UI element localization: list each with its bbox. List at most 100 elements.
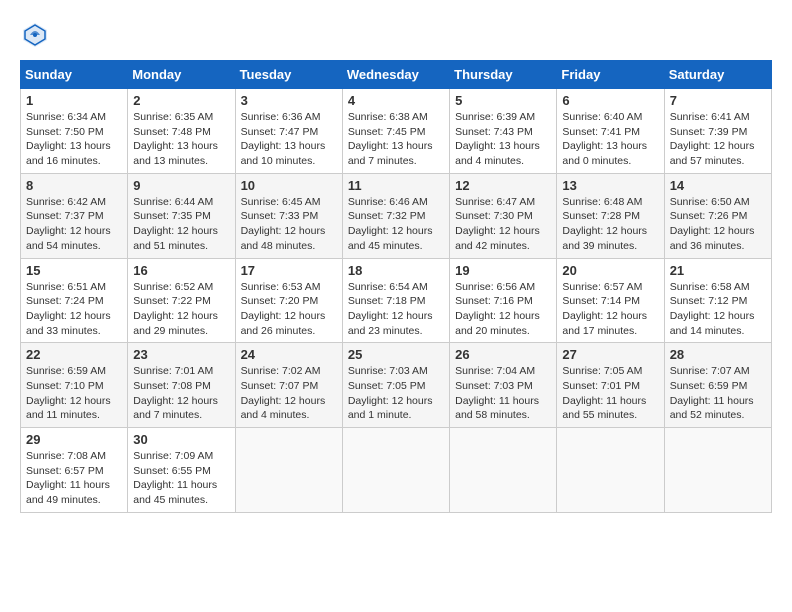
day-info: Sunrise: 6:40 AM Sunset: 7:41 PM Dayligh… [562, 110, 658, 169]
day-info: Sunrise: 6:50 AM Sunset: 7:26 PM Dayligh… [670, 195, 766, 254]
calendar-cell: 7 Sunrise: 6:41 AM Sunset: 7:39 PM Daylig… [664, 89, 771, 174]
calendar-table: SundayMondayTuesdayWednesdayThursdayFrid… [20, 60, 772, 513]
day-info: Sunrise: 6:41 AM Sunset: 7:39 PM Dayligh… [670, 110, 766, 169]
day-number: 23 [133, 347, 229, 362]
calendar-cell: 28 Sunrise: 7:07 AM Sunset: 6:59 PM Dayli… [664, 343, 771, 428]
day-info: Sunrise: 6:38 AM Sunset: 7:45 PM Dayligh… [348, 110, 444, 169]
day-number: 7 [670, 93, 766, 108]
day-number: 10 [241, 178, 337, 193]
calendar-cell: 26 Sunrise: 7:04 AM Sunset: 7:03 PM Dayli… [450, 343, 557, 428]
day-number: 14 [670, 178, 766, 193]
calendar-cell: 19 Sunrise: 6:56 AM Sunset: 7:16 PM Dayli… [450, 258, 557, 343]
calendar-cell: 14 Sunrise: 6:50 AM Sunset: 7:26 PM Dayli… [664, 173, 771, 258]
calendar-cell [235, 428, 342, 513]
calendar-week-row: 15 Sunrise: 6:51 AM Sunset: 7:24 PM Dayli… [21, 258, 772, 343]
calendar-cell: 3 Sunrise: 6:36 AM Sunset: 7:47 PM Daylig… [235, 89, 342, 174]
weekday-header-sunday: Sunday [21, 61, 128, 89]
weekday-header-friday: Friday [557, 61, 664, 89]
calendar-cell: 17 Sunrise: 6:53 AM Sunset: 7:20 PM Dayli… [235, 258, 342, 343]
day-info: Sunrise: 7:08 AM Sunset: 6:57 PM Dayligh… [26, 449, 122, 508]
day-info: Sunrise: 7:04 AM Sunset: 7:03 PM Dayligh… [455, 364, 551, 423]
calendar-cell: 21 Sunrise: 6:58 AM Sunset: 7:12 PM Dayli… [664, 258, 771, 343]
logo [20, 20, 54, 50]
day-info: Sunrise: 6:59 AM Sunset: 7:10 PM Dayligh… [26, 364, 122, 423]
calendar-cell: 24 Sunrise: 7:02 AM Sunset: 7:07 PM Dayli… [235, 343, 342, 428]
day-info: Sunrise: 6:51 AM Sunset: 7:24 PM Dayligh… [26, 280, 122, 339]
day-number: 26 [455, 347, 551, 362]
day-number: 21 [670, 263, 766, 278]
calendar-week-row: 29 Sunrise: 7:08 AM Sunset: 6:57 PM Dayli… [21, 428, 772, 513]
day-info: Sunrise: 7:09 AM Sunset: 6:55 PM Dayligh… [133, 449, 229, 508]
day-info: Sunrise: 6:47 AM Sunset: 7:30 PM Dayligh… [455, 195, 551, 254]
day-info: Sunrise: 6:34 AM Sunset: 7:50 PM Dayligh… [26, 110, 122, 169]
day-number: 29 [26, 432, 122, 447]
day-info: Sunrise: 6:45 AM Sunset: 7:33 PM Dayligh… [241, 195, 337, 254]
day-number: 20 [562, 263, 658, 278]
weekday-header-monday: Monday [128, 61, 235, 89]
day-number: 22 [26, 347, 122, 362]
day-info: Sunrise: 6:44 AM Sunset: 7:35 PM Dayligh… [133, 195, 229, 254]
calendar-cell: 11 Sunrise: 6:46 AM Sunset: 7:32 PM Dayli… [342, 173, 449, 258]
day-number: 1 [26, 93, 122, 108]
calendar-cell: 4 Sunrise: 6:38 AM Sunset: 7:45 PM Daylig… [342, 89, 449, 174]
calendar-cell: 13Sunrise: 6:48 AM Sunset: 7:28 PM Dayli… [557, 173, 664, 258]
calendar-cell: 29 Sunrise: 7:08 AM Sunset: 6:57 PM Dayli… [21, 428, 128, 513]
calendar-cell [450, 428, 557, 513]
day-info: Sunrise: 7:07 AM Sunset: 6:59 PM Dayligh… [670, 364, 766, 423]
day-number: 16 [133, 263, 229, 278]
calendar-cell: 2Sunrise: 6:35 AM Sunset: 7:48 PM Daylig… [128, 89, 235, 174]
day-info: Sunrise: 6:56 AM Sunset: 7:16 PM Dayligh… [455, 280, 551, 339]
calendar-cell: 6 Sunrise: 6:40 AM Sunset: 7:41 PM Daylig… [557, 89, 664, 174]
logo-icon [20, 20, 50, 50]
calendar-cell: 25 Sunrise: 7:03 AM Sunset: 7:05 PM Dayli… [342, 343, 449, 428]
day-info: Sunrise: 6:46 AM Sunset: 7:32 PM Dayligh… [348, 195, 444, 254]
day-info: Sunrise: 6:54 AM Sunset: 7:18 PM Dayligh… [348, 280, 444, 339]
day-number: 17 [241, 263, 337, 278]
day-number: 2 [133, 93, 229, 108]
calendar-cell: 20 Sunrise: 6:57 AM Sunset: 7:14 PM Dayli… [557, 258, 664, 343]
weekday-header-wednesday: Wednesday [342, 61, 449, 89]
day-number: 15 [26, 263, 122, 278]
calendar-cell: 9Sunrise: 6:44 AM Sunset: 7:35 PM Daylig… [128, 173, 235, 258]
day-number: 24 [241, 347, 337, 362]
day-info: Sunrise: 6:48 AM Sunset: 7:28 PM Dayligh… [562, 195, 658, 254]
calendar-cell: 16 Sunrise: 6:52 AM Sunset: 7:22 PM Dayli… [128, 258, 235, 343]
day-info: Sunrise: 7:01 AM Sunset: 7:08 PM Dayligh… [133, 364, 229, 423]
calendar-cell: 10 Sunrise: 6:45 AM Sunset: 7:33 PM Dayli… [235, 173, 342, 258]
calendar-cell: 22 Sunrise: 6:59 AM Sunset: 7:10 PM Dayli… [21, 343, 128, 428]
calendar-cell [664, 428, 771, 513]
day-number: 18 [348, 263, 444, 278]
day-number: 11 [348, 178, 444, 193]
day-number: 25 [348, 347, 444, 362]
weekday-header-tuesday: Tuesday [235, 61, 342, 89]
day-number: 4 [348, 93, 444, 108]
day-number: 6 [562, 93, 658, 108]
calendar-cell: 8Sunrise: 6:42 AM Sunset: 7:37 PM Daylig… [21, 173, 128, 258]
calendar-cell: 18 Sunrise: 6:54 AM Sunset: 7:18 PM Dayli… [342, 258, 449, 343]
calendar-cell: 12Sunrise: 6:47 AM Sunset: 7:30 PM Dayli… [450, 173, 557, 258]
calendar-cell: 27 Sunrise: 7:05 AM Sunset: 7:01 PM Dayli… [557, 343, 664, 428]
calendar-cell: 30 Sunrise: 7:09 AM Sunset: 6:55 PM Dayli… [128, 428, 235, 513]
calendar-week-row: 22 Sunrise: 6:59 AM Sunset: 7:10 PM Dayli… [21, 343, 772, 428]
day-info: Sunrise: 7:02 AM Sunset: 7:07 PM Dayligh… [241, 364, 337, 423]
day-info: Sunrise: 6:36 AM Sunset: 7:47 PM Dayligh… [241, 110, 337, 169]
day-number: 5 [455, 93, 551, 108]
day-number: 19 [455, 263, 551, 278]
weekday-header-thursday: Thursday [450, 61, 557, 89]
day-info: Sunrise: 7:05 AM Sunset: 7:01 PM Dayligh… [562, 364, 658, 423]
calendar-cell [557, 428, 664, 513]
day-number: 3 [241, 93, 337, 108]
calendar-cell [342, 428, 449, 513]
day-number: 30 [133, 432, 229, 447]
weekday-header-row: SundayMondayTuesdayWednesdayThursdayFrid… [21, 61, 772, 89]
day-info: Sunrise: 7:03 AM Sunset: 7:05 PM Dayligh… [348, 364, 444, 423]
day-info: Sunrise: 6:53 AM Sunset: 7:20 PM Dayligh… [241, 280, 337, 339]
day-info: Sunrise: 6:52 AM Sunset: 7:22 PM Dayligh… [133, 280, 229, 339]
calendar-cell: 23 Sunrise: 7:01 AM Sunset: 7:08 PM Dayli… [128, 343, 235, 428]
day-number: 28 [670, 347, 766, 362]
day-info: Sunrise: 6:57 AM Sunset: 7:14 PM Dayligh… [562, 280, 658, 339]
calendar-week-row: 8Sunrise: 6:42 AM Sunset: 7:37 PM Daylig… [21, 173, 772, 258]
day-number: 27 [562, 347, 658, 362]
day-info: Sunrise: 6:58 AM Sunset: 7:12 PM Dayligh… [670, 280, 766, 339]
day-info: Sunrise: 6:42 AM Sunset: 7:37 PM Dayligh… [26, 195, 122, 254]
